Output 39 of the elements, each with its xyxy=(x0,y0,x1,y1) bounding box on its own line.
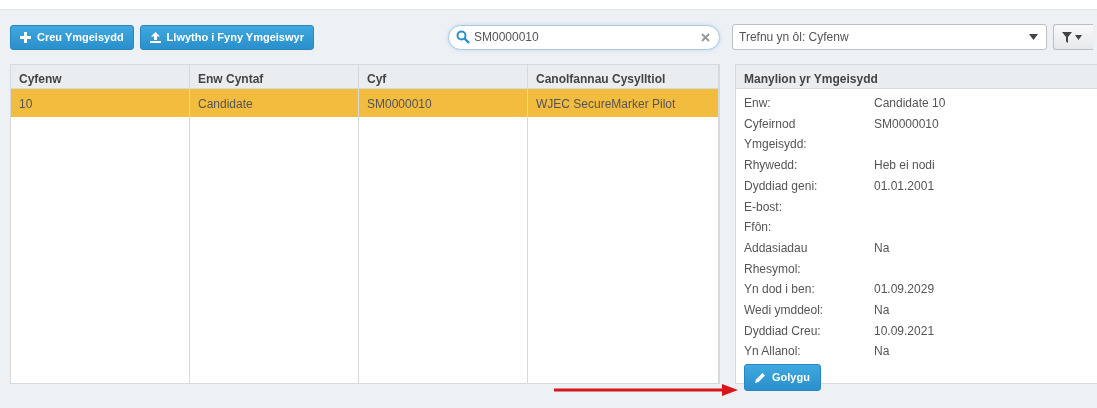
column-header[interactable]: Canolfannau Cysylltiol xyxy=(528,65,719,89)
table-cell: SM0000010 xyxy=(359,89,528,117)
field-label: Enw: xyxy=(744,95,772,112)
field-label: Rhywedd: xyxy=(744,157,799,175)
field-value: 01.09.2029 xyxy=(874,282,935,297)
field-label: Ffôn: xyxy=(744,219,773,237)
field-label: Yn Allanol: xyxy=(744,343,802,361)
field-label: Dyddiad geni: xyxy=(744,177,819,195)
field-value: Na xyxy=(874,344,890,359)
field-label: E-bost: xyxy=(744,198,783,216)
pencil-icon xyxy=(755,372,766,384)
table-cell: WJEC SecureMarker Pilot xyxy=(528,89,719,117)
sort-dropdown[interactable]: Trefnu yn ôl: Cyfenw xyxy=(732,24,1047,50)
filter-button[interactable] xyxy=(1053,24,1093,50)
field-label: Addasiadau Rhesymol: xyxy=(744,239,809,278)
upload-icon xyxy=(149,31,161,43)
panel-title: Manylion yr Ymgeisydd xyxy=(736,65,1097,89)
field-value: Na xyxy=(874,240,890,255)
field-label: Wedi ymddeol: xyxy=(744,302,825,320)
table-cell: 10 xyxy=(11,89,190,117)
clear-icon[interactable] xyxy=(701,32,710,42)
column-header[interactable]: Enw Cyntaf xyxy=(190,65,359,89)
field-value: 10.09.2021 xyxy=(874,323,935,338)
field-label: Yn dod i ben: xyxy=(744,281,816,299)
column-header[interactable]: Cyf xyxy=(359,65,528,89)
filter-icon xyxy=(1062,31,1072,43)
field-label: Dyddiad Creu: xyxy=(744,322,822,340)
field-value: 01.01.2001 xyxy=(874,178,935,193)
field-value: SM0000010 xyxy=(874,116,939,131)
table-cell: Candidate xyxy=(190,89,359,117)
field-value: Candidate 10 xyxy=(874,96,946,110)
plus-icon xyxy=(20,31,31,43)
caret-icon xyxy=(1075,34,1082,40)
field-value: Na xyxy=(874,303,890,318)
column-header[interactable]: Cyfenw xyxy=(11,65,190,89)
caret-icon xyxy=(1029,34,1038,40)
search-field[interactable]: SM0000010 xyxy=(448,24,720,50)
field-value: Heb ei nodi xyxy=(874,158,935,173)
field-label: Cyfeirnod Ymgeisydd: xyxy=(744,115,808,154)
